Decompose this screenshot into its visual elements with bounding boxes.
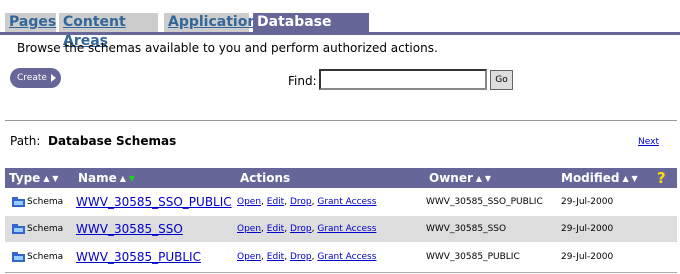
owner-cell: WWV_30585_SSO_PUBLIC <box>426 197 543 207</box>
column-header-owner[interactable]: Owner ▲ ▼ <box>429 168 491 188</box>
drop-link[interactable]: Drop <box>290 197 312 207</box>
schema-name-link[interactable]: WWV_30585_SSO_PUBLIC <box>76 189 232 215</box>
tab-bar: Pages Content Areas Applications Databas… <box>0 0 680 49</box>
divider <box>5 120 677 121</box>
tab-underline <box>0 32 680 35</box>
column-header-type[interactable]: Type ▲ ▼ <box>9 168 58 188</box>
schema-name-link[interactable]: WWV_30585_SSO <box>76 216 183 242</box>
column-header-actions: Actions <box>240 168 290 188</box>
grant-access-link[interactable]: Grant Access <box>317 197 376 207</box>
schema-icon <box>12 252 25 262</box>
modified-cell: 29-Jul-2000 <box>561 197 614 207</box>
modified-cell: 29-Jul-2000 <box>561 252 614 262</box>
column-label-actions: Actions <box>240 171 291 185</box>
owner-cell: WWV_30585_SSO <box>426 224 507 234</box>
edit-link[interactable]: Edit <box>267 197 284 207</box>
open-link[interactable]: Open <box>237 197 261 207</box>
column-label-modified: Modified <box>561 171 620 185</box>
breadcrumb: Database Schemas <box>48 134 177 148</box>
arrow-right-icon <box>51 74 56 82</box>
grant-access-link[interactable]: Grant Access <box>317 252 376 262</box>
sort-arrows-icon[interactable]: ▲ ▼ <box>43 174 58 183</box>
drop-link[interactable]: Drop <box>290 252 312 262</box>
type-cell: Schema <box>27 252 64 262</box>
edit-link[interactable]: Edit <box>267 224 284 234</box>
tab-pages[interactable]: Pages <box>5 13 56 32</box>
schema-icon <box>12 224 25 234</box>
actions-cell: Open, Edit, Drop, Grant Access <box>237 252 377 262</box>
owner-cell: WWV_30585_PUBLIC <box>426 252 520 262</box>
create-button[interactable]: Create <box>10 68 61 88</box>
column-label-name: Name <box>78 171 117 185</box>
table-row: Schema WWV_30585_PUBLIC Open, Edit, Drop… <box>5 244 677 270</box>
tab-applications[interactable]: Applications <box>164 13 266 32</box>
type-cell: Schema <box>27 197 64 207</box>
actions-cell: Open, Edit, Drop, Grant Access <box>237 197 377 207</box>
table-row: Schema WWV_30585_SSO Open, Edit, Drop, G… <box>5 216 677 242</box>
find-label: Find: <box>288 74 317 88</box>
drop-link[interactable]: Drop <box>290 224 312 234</box>
tab-database-objects[interactable]: Database Objects <box>253 13 369 49</box>
go-button[interactable]: Go <box>490 70 513 90</box>
type-cell: Schema <box>27 224 64 234</box>
page-instructions: Browse the schemas available to you and … <box>17 41 438 55</box>
help-icon[interactable]: ? <box>657 169 666 187</box>
schema-icon <box>12 197 25 207</box>
find-input[interactable] <box>319 69 487 90</box>
table-row: Schema WWV_30585_SSO_PUBLIC Open, Edit, … <box>5 189 677 215</box>
actions-cell: Open, Edit, Drop, Grant Access <box>237 224 377 234</box>
column-label-owner: Owner <box>429 171 473 185</box>
modified-cell: 29-Jul-2000 <box>561 224 614 234</box>
table-header: Type ▲ ▼ Name ▲ ▼ Actions Owner ▲ ▼ Modifie… <box>5 168 677 188</box>
next-link[interactable]: Next <box>638 137 659 147</box>
column-header-name[interactable]: Name ▲ ▼ <box>78 168 135 188</box>
grant-access-link[interactable]: Grant Access <box>317 224 376 234</box>
sort-descending-icon[interactable]: ▲ ▼ <box>120 174 135 183</box>
sort-arrows-icon[interactable]: ▲ ▼ <box>623 174 638 183</box>
schema-name-link[interactable]: WWV_30585_PUBLIC <box>76 244 201 270</box>
open-link[interactable]: Open <box>237 252 261 262</box>
open-link[interactable]: Open <box>237 224 261 234</box>
path-label: Path: <box>10 134 41 148</box>
table-bottom-border <box>5 272 677 273</box>
column-header-modified[interactable]: Modified ▲ ▼ <box>561 168 638 188</box>
sort-arrows-icon[interactable]: ▲ ▼ <box>476 174 491 183</box>
create-button-label: Create <box>17 73 47 83</box>
edit-link[interactable]: Edit <box>267 252 284 262</box>
column-label-type: Type <box>9 171 41 185</box>
tab-content-areas[interactable]: Content Areas <box>59 13 158 49</box>
